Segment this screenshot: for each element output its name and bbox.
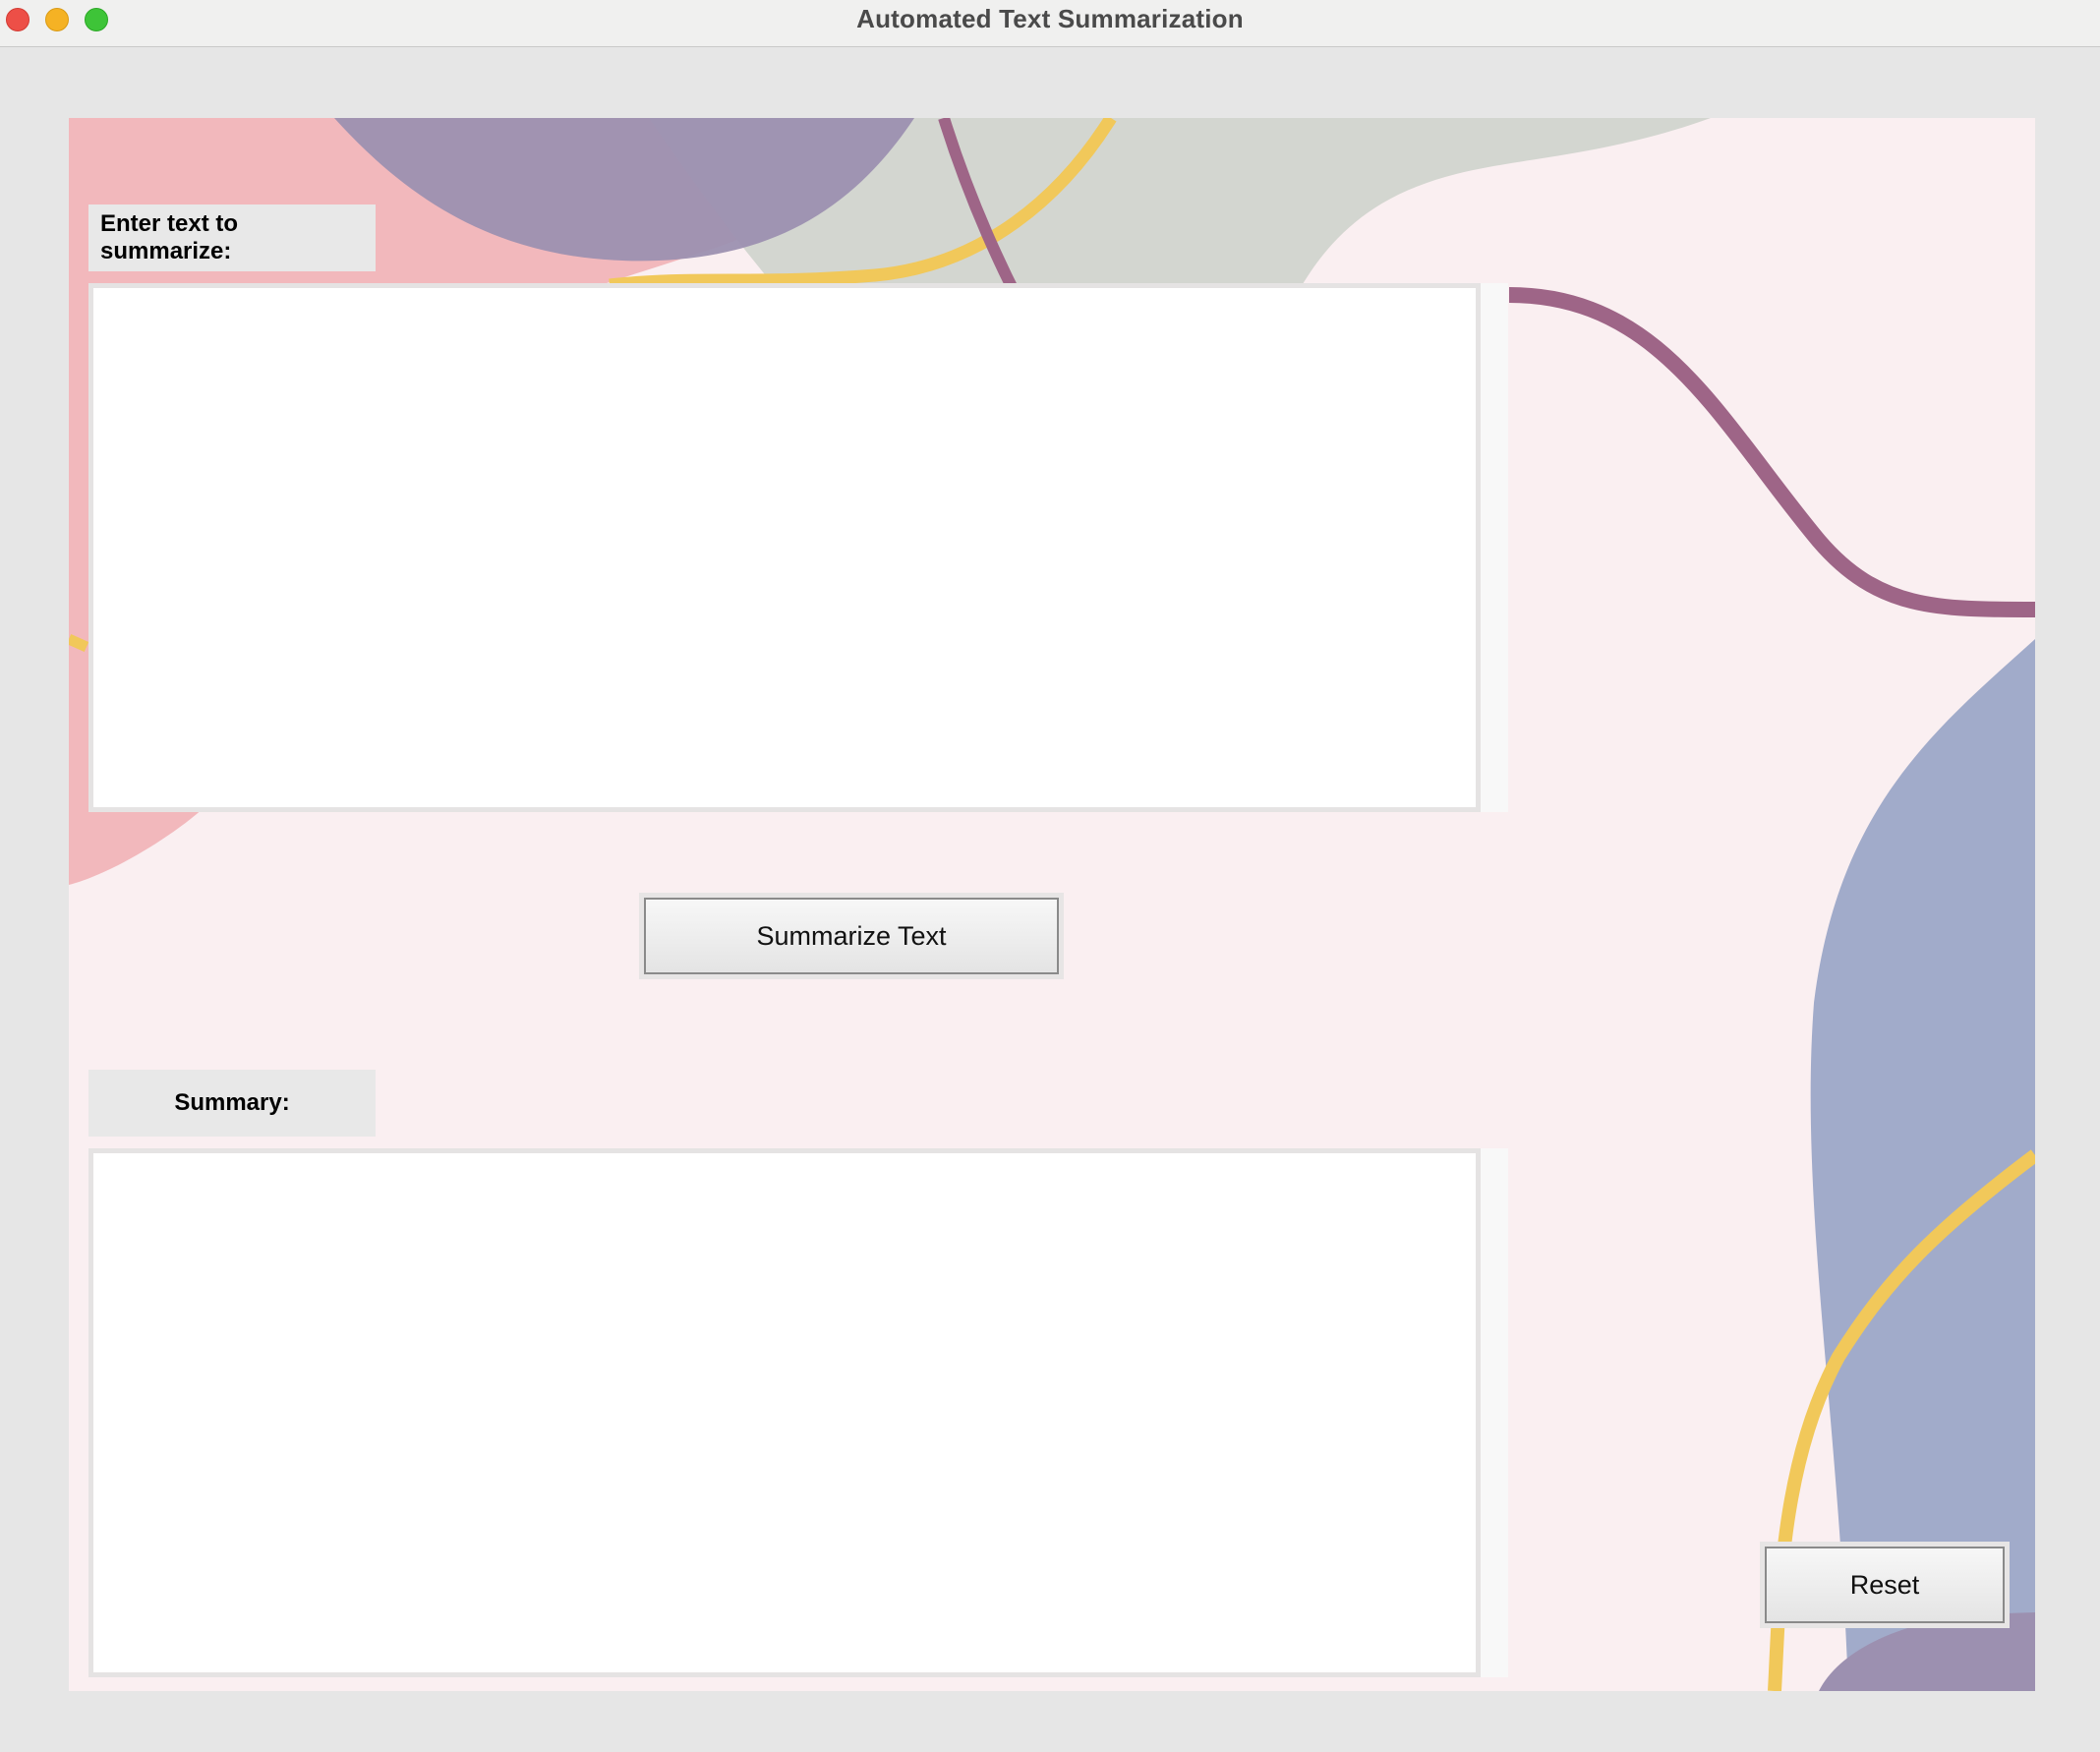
summarize-button[interactable]: Summarize Text [644,898,1059,974]
title-bar: Automated Text Summarization [0,0,2100,47]
summary-label: Summary: [88,1070,376,1137]
summary-textarea[interactable] [88,1148,1481,1677]
input-textarea[interactable] [88,283,1481,812]
reset-button[interactable]: Reset [1765,1547,2005,1623]
summarize-button-frame: Summarize Text [639,893,1064,979]
window-title: Automated Text Summarization [856,4,1244,33]
reset-button-frame: Reset [1760,1542,2010,1628]
main-canvas: Enter text to summarize: Summarize Text … [69,118,2035,1691]
input-label: Enter text to summarize: [88,204,376,271]
input-text-frame [88,283,1508,812]
summary-text-frame [88,1148,1508,1677]
